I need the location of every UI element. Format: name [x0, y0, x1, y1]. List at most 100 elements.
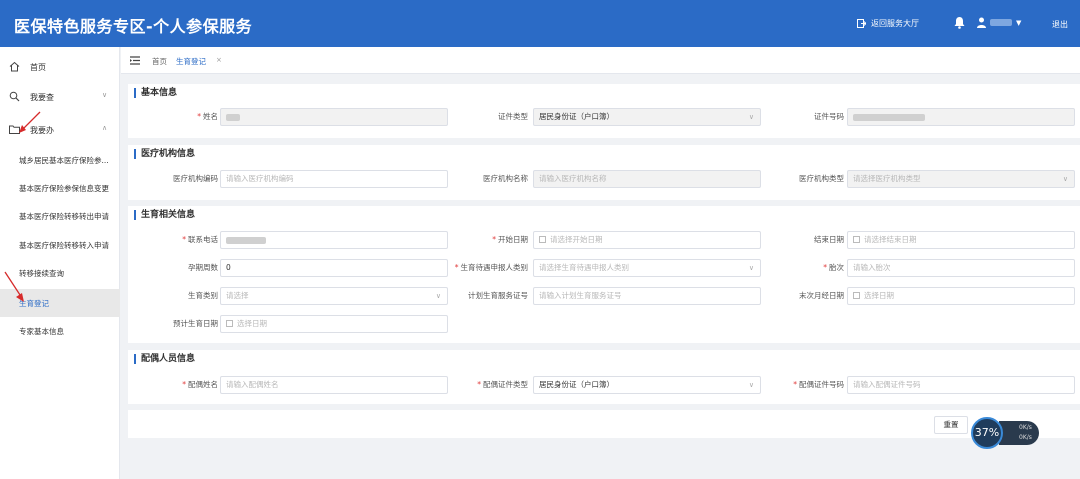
chevron-down-icon: ∨ [748, 113, 754, 121]
download-speed: 0K/s [1019, 434, 1032, 441]
sidebar-item-home[interactable]: 首页 [0, 53, 120, 81]
sidebar-subitem-label: 基本医疗保险参保信息变更 [19, 184, 109, 193]
name-label: * 姓名 [197, 112, 218, 121]
sidebar-item-label: 首页 [30, 63, 46, 72]
annotation-arrow-top [19, 111, 41, 133]
idtype-select[interactable]: 居民身份证（户口簿） ∨ [533, 108, 761, 126]
username-redacted [990, 19, 1012, 26]
inst-code-input[interactable]: 请输入医疗机构编码 [220, 170, 448, 188]
chevron-down-icon: ∨ [748, 381, 754, 389]
inst-type-select[interactable]: 请选择医疗机构类型 ∨ [847, 170, 1075, 188]
calendar-icon [539, 236, 546, 243]
section-basic-info: 基本信息 * 姓名 证件类型 居民身份证（户口簿） ∨ 证件号码 [128, 84, 1080, 138]
due-date-picker[interactable]: 选择日期 [220, 315, 448, 333]
start-date-picker[interactable]: 请选择开始日期 [533, 231, 761, 249]
lmp-date-picker[interactable]: 选择日期 [847, 287, 1075, 305]
due-date-label: 预计生育日期 [173, 319, 218, 328]
idno-field[interactable] [847, 108, 1075, 126]
inst-name-label: 医疗机构名称 [483, 174, 528, 183]
tab-bar: 首页 生育登记 × [121, 47, 1080, 74]
memory-percent: 37% [971, 417, 1003, 449]
chevron-up-icon: ∧ [102, 124, 108, 132]
search-icon [9, 91, 20, 102]
fetus-label: * 胎次 [823, 263, 844, 272]
sidebar-subitem-label: 基本医疗保险转移转入申请 [19, 241, 109, 250]
sidebar-item-label: 我要查 [30, 93, 54, 102]
idtype-label: 证件类型 [498, 112, 528, 121]
menu-toggle-icon[interactable] [130, 56, 140, 65]
close-icon[interactable]: × [216, 56, 222, 64]
sidebar-subitem-expert-info[interactable]: 专家基本信息 [0, 317, 120, 345]
idno-label: 证件号码 [814, 112, 844, 121]
upload-speed: 0K/s [1019, 424, 1032, 431]
sidebar-item-query[interactable]: 我要查 ∨ [0, 83, 120, 111]
name-field[interactable] [220, 108, 448, 126]
home-icon [9, 61, 20, 72]
calendar-icon [853, 292, 860, 299]
calendar-icon [226, 320, 233, 327]
section-birth-info: 生育相关信息 * 联系电话 * 开始日期 请选择开始日期 结束日期 请选择结束日期 … [128, 206, 1080, 343]
sidebar-subitem-label: 专家基本信息 [19, 327, 64, 336]
inst-code-label: 医疗机构编码 [173, 174, 218, 183]
caret-down-icon: ▼ [1016, 18, 1022, 27]
section-title: 医疗机构信息 [134, 149, 195, 159]
phone-input[interactable] [220, 231, 448, 249]
spouse-idno-input[interactable]: 请输入配偶证件号码 [847, 376, 1075, 394]
network-speed-widget[interactable]: 0K/s 0K/s 37% [969, 415, 1042, 451]
sidebar-subitem-info-change[interactable]: 基本医疗保险参保信息变更 [0, 174, 120, 202]
user-menu[interactable]: ▼ [977, 17, 1021, 28]
sidebar-subitem-transfer-in[interactable]: 基本医疗保险转移转入申请 [0, 231, 120, 259]
speed-panel: 0K/s 0K/s [999, 421, 1039, 445]
logout-button[interactable]: 退出 [1052, 19, 1068, 30]
end-date-label: 结束日期 [814, 235, 844, 244]
end-date-picker[interactable]: 请选择结束日期 [847, 231, 1075, 249]
tab-home[interactable]: 首页 [152, 56, 167, 67]
section-title: 基本信息 [134, 88, 177, 98]
lmp-label: 末次月经日期 [799, 291, 844, 300]
spouse-name-label: * 配偶姓名 [182, 380, 218, 389]
sidebar-subitem-transfer-out[interactable]: 基本医疗保险转移转出申请 [0, 202, 120, 230]
chevron-down-icon: ∨ [748, 264, 754, 272]
sidebar-subitem-label: 城乡居民基本医疗保险参... [19, 156, 109, 165]
cert-input[interactable]: 请输入计划生育服务证号 [533, 287, 761, 305]
cert-label: 计划生育服务证号 [468, 291, 528, 300]
section-spouse-info: 配偶人员信息 * 配偶姓名 请输入配偶姓名 * 配偶证件类型 居民身份证（户口簿） ∨… [128, 350, 1080, 404]
name-redacted [226, 113, 240, 121]
calendar-icon [853, 236, 860, 243]
category-label: * 生育待遇申报人类别 [454, 263, 528, 272]
birth-type-select[interactable]: 请选择 ∨ [220, 287, 448, 305]
weeks-label: 孕期周数 [188, 263, 218, 272]
spouse-idtype-select[interactable]: 居民身份证（户口簿） ∨ [533, 376, 761, 394]
fetus-input[interactable]: 请输入胎次 [847, 259, 1075, 277]
user-icon [977, 17, 986, 28]
bell-icon[interactable] [954, 16, 965, 29]
spouse-name-input[interactable]: 请输入配偶姓名 [220, 376, 448, 394]
phone-label: * 联系电话 [182, 235, 218, 244]
app-header: 医保特色服务专区-个人参保服务 返回服务大厅 ▼ 退出 [0, 0, 1080, 47]
reset-button[interactable]: 重置 [934, 416, 968, 434]
tab-birth-registration[interactable]: 生育登记 [176, 56, 206, 67]
spouse-idno-label: * 配偶证件号码 [793, 380, 844, 389]
page-title: 医保特色服务专区-个人参保服务 [14, 17, 253, 36]
annotation-arrow-bottom [4, 271, 24, 302]
section-title: 生育相关信息 [134, 210, 195, 220]
chevron-down-icon: ∨ [102, 91, 108, 99]
exit-icon [857, 19, 866, 28]
chevron-down-icon: ∨ [1062, 175, 1068, 183]
category-select[interactable]: 请选择生育待遇申报人类别 ∨ [533, 259, 761, 277]
section-title: 配偶人员信息 [134, 354, 195, 364]
birth-type-label: 生育类别 [188, 291, 218, 300]
inst-name-input[interactable]: 请输入医疗机构名称 [533, 170, 761, 188]
idno-redacted [853, 113, 925, 121]
sidebar-subitem-resident-insurance[interactable]: 城乡居民基本医疗保险参... [0, 146, 120, 174]
section-medical-institution: 医疗机构信息 医疗机构编码 请输入医疗机构编码 医疗机构名称 请输入医疗机构名称… [128, 145, 1080, 200]
sidebar-subitem-label: 基本医疗保险转移转出申请 [19, 212, 109, 221]
phone-redacted [226, 236, 266, 244]
inst-type-label: 医疗机构类型 [799, 174, 844, 183]
back-to-hall-label: 返回服务大厅 [871, 19, 919, 28]
spouse-idtype-label: * 配偶证件类型 [477, 380, 528, 389]
chevron-down-icon: ∨ [435, 292, 441, 300]
start-date-label: * 开始日期 [492, 235, 528, 244]
weeks-input[interactable]: 0 [220, 259, 448, 277]
back-to-hall-link[interactable]: 返回服务大厅 [857, 18, 919, 29]
